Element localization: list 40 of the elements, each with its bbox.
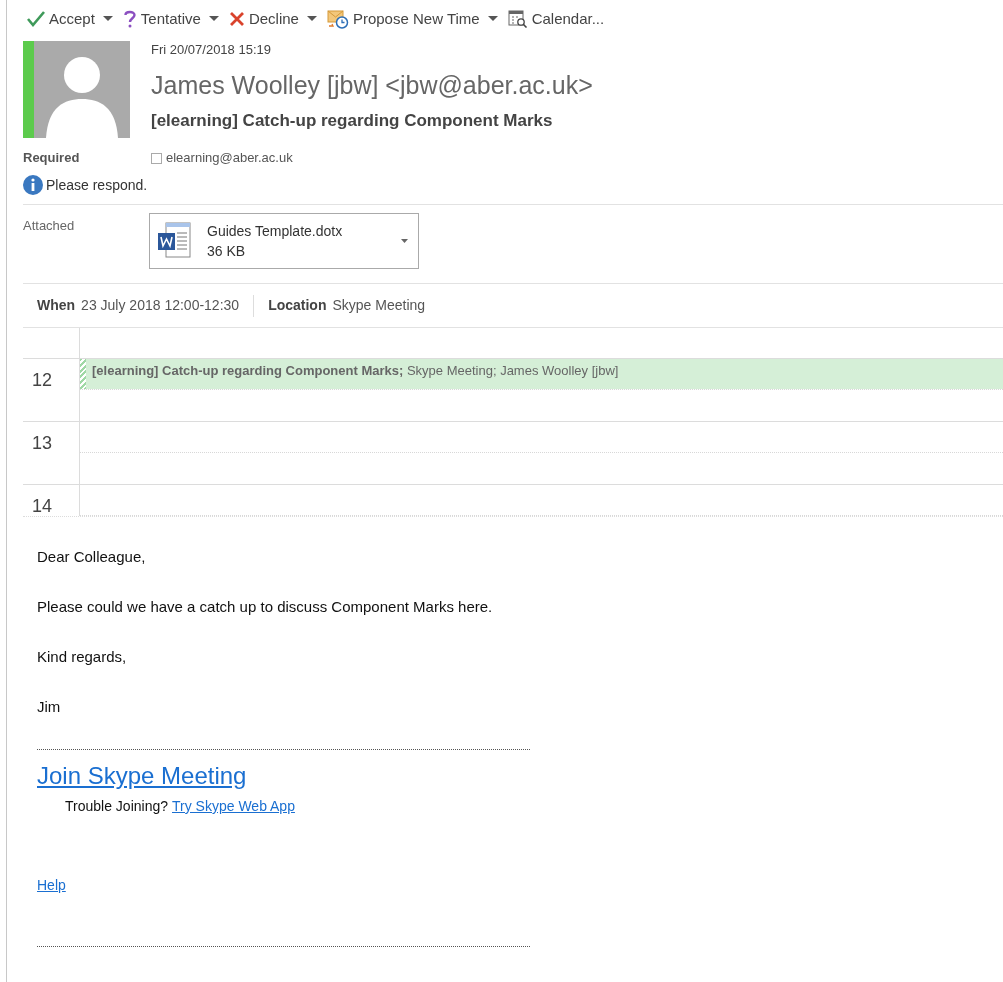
web-app-link[interactable]: Try Skype Web App: [172, 796, 295, 817]
info-message: Please respond.: [46, 175, 148, 195]
detail-value: Skype Meeting: [332, 296, 426, 315]
detail-label: When: [37, 296, 76, 315]
attendee-email: elearning@aber.ac.uk: [166, 149, 293, 168]
file-size: 36 KB: [207, 242, 247, 261]
question-icon: [122, 10, 137, 28]
calendar-search-icon: [507, 10, 528, 28]
checkbox[interactable]: [151, 152, 162, 164]
caret-icon: [401, 239, 408, 243]
hour-label: 14: [32, 496, 53, 516]
sent-date: Fri 20/07/2018 15:19: [151, 41, 272, 59]
body-paragraph: Jim: [37, 697, 62, 717]
propose-button[interactable]: Propose New Time: [326, 6, 498, 32]
check-icon: [27, 11, 45, 27]
accept-button[interactable]: Accept: [27, 6, 113, 32]
body-paragraph: Please could we have a catch up to discuss Component Marks here.: [37, 597, 494, 617]
sender-name: James Woolley [jbw] <jbw@aber.ac.uk>: [151, 69, 593, 100]
word-document-icon: [157, 221, 193, 261]
info-icon: [23, 175, 43, 195]
detail-label: Location: [268, 296, 327, 315]
decline-button[interactable]: Decline: [228, 6, 317, 32]
trouble-joining-text: Trouble Joining?: [65, 797, 168, 816]
tentative-button[interactable]: Tentative: [122, 6, 219, 32]
subject: [elearning] Catch-up regarding Component Marks: [151, 109, 554, 132]
envelope-clock-icon: [326, 9, 349, 29]
attached-label: Attached: [23, 217, 76, 235]
hour-label: 12: [32, 370, 53, 390]
calendar-button[interactable]: Calendar...: [507, 6, 605, 32]
detail-value: 23 July 2018 12:00-12:30: [81, 296, 240, 315]
body-paragraph: Kind regards,: [37, 647, 128, 667]
attachment-card[interactable]: Guides Template.dotx 36 KB: [149, 213, 419, 269]
hour-label: 13: [32, 433, 53, 453]
join-meeting-link[interactable]: Join Skype Meeting: [37, 758, 247, 794]
body-paragraph: Dear Colleague,: [37, 547, 147, 567]
calendar-event[interactable]: [elearning] Catch-up regarding Component Marks; Skype Meeting; James Woolley [jbw]: [80, 359, 1003, 389]
file-name: Guides Template.dotx: [207, 222, 344, 241]
cross-icon: [228, 11, 245, 27]
help-link[interactable]: Help: [37, 875, 66, 896]
required-label: Required: [23, 149, 81, 168]
